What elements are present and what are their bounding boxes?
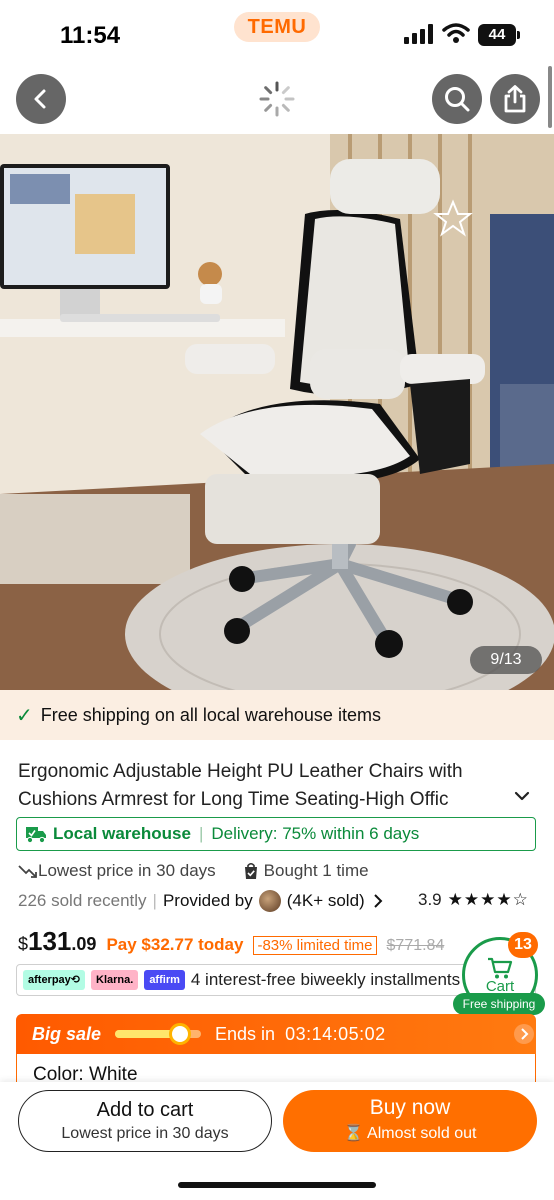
original-price: $771.84 [386,937,445,954]
status-bar: 11:54 TEMU 44 [0,0,554,70]
check-icon: ✓ [16,704,33,727]
rating[interactable]: 3.9 ★★★★☆ [418,890,529,910]
share-button[interactable] [490,74,540,124]
divider: | [198,824,204,843]
sale-progress-bar [115,1023,202,1045]
brand-logo: TEMU [234,12,320,42]
lowest-price-text: Lowest price in 30 days [38,861,216,880]
seller-row[interactable]: 226 sold recently | Provided by (4K+ sol… [18,890,385,912]
status-time: 11:54 [60,22,121,49]
home-indicator [178,1182,376,1188]
cart-icon [488,957,513,978]
image-counter: 9/13 [470,646,542,674]
bag-check-icon [244,862,257,879]
product-image[interactable]: 9/13 [0,134,554,690]
free-shipping-text: Free shipping on all local warehouse ite… [40,704,381,725]
price-row: $ 131 .09 Pay $32.77 today -83% limited … [18,926,444,957]
afterpay-logo: afterpay⟲ [23,970,86,990]
seller-sold-count: (4K+ sold) [286,891,365,910]
bottom-action-bar: Add to cart Lowest price in 30 days Buy … [0,1082,554,1200]
sale-progress-knob [168,1023,191,1045]
search-button[interactable] [432,74,482,124]
chevron-right-icon [521,1028,529,1040]
product-title-line2: Cushions Armrest for Long Time Seating-H… [18,789,449,810]
product-photo-chair [0,134,554,690]
scroll-indicator [548,66,552,128]
countdown-timer: 03:14:05:02 [285,1023,386,1044]
chevron-right-icon[interactable] [371,893,385,909]
price-history-row: Lowest price in 30 days Bought 1 time [18,861,369,881]
battery-icon: 44 [478,24,520,46]
seller-avatar[interactable] [258,890,281,912]
provided-by-label: Provided by [162,891,253,910]
price-decimal: .09 [71,934,97,954]
chevron-left-icon [34,89,46,109]
big-sale-label: Big sale [32,1023,102,1044]
chevron-down-icon[interactable] [512,786,532,806]
add-to-cart-sublabel: Lowest price in 30 days [61,1125,229,1142]
cellular-signal-icon [404,24,433,44]
installments-row[interactable]: afterpay⟲ Klarna. affirm 4 interest-free… [16,964,536,996]
trend-down-icon [18,865,37,878]
big-sale-banner[interactable]: Big sale Ends in 03:14:05:02 [16,1014,536,1054]
buy-now-label: Buy now [369,1096,451,1119]
free-shipping-banner: ✓ Free shipping on all local warehouse i… [0,690,554,740]
color-selector[interactable]: Color: White [16,1054,536,1085]
product-title[interactable]: Ergonomic Adjustable Height PU Leather C… [18,758,502,814]
big-sale-chevron[interactable] [514,1024,534,1044]
delivery-truck-icon [26,827,46,844]
ends-in-label: Ends in [215,1023,276,1044]
almost-sold-out-text: Almost sold out [367,1125,477,1142]
klarna-logo: Klarna. [91,970,139,990]
buy-now-button[interactable]: Buy now ⌛ Almost sold out [283,1090,537,1152]
bought-count: Bought 1 time [242,861,369,881]
price-currency: $ [18,934,29,954]
cart-count-badge: 13 [508,932,538,958]
rating-stars: ★★★★☆ [447,890,529,909]
rating-value: 3.9 [418,890,442,909]
hourglass-icon: ⌛ [343,1125,364,1142]
spinner-icon [259,81,295,117]
add-to-cart-label: Add to cart [96,1099,194,1121]
search-icon [445,87,470,112]
divider: | [152,891,157,910]
sold-recently: 226 sold recently [18,891,147,910]
discount-badge: -83% limited time [253,936,377,955]
cart-free-shipping-tag: Free shipping [453,993,545,1015]
price-integer: 131 [28,926,72,956]
installments-text: 4 interest-free biweekly installments [190,970,461,989]
cart-label: Cart [485,977,515,995]
product-title-line1: Ergonomic Adjustable Height PU Leather C… [18,761,463,782]
wifi-icon [442,23,470,43]
add-to-cart-button[interactable]: Add to cart Lowest price in 30 days [18,1090,272,1152]
pay-today: Pay $32.77 today [106,935,244,954]
buy-now-sublabel: ⌛ Almost sold out [283,1123,537,1143]
local-warehouse-badge[interactable]: Local warehouse | Delivery: 75% within 6… [16,817,536,851]
back-button[interactable] [16,74,66,124]
share-icon [504,85,526,113]
delivery-estimate: Delivery: 75% within 6 days [211,824,420,843]
bought-text: Bought 1 time [263,861,369,880]
affirm-logo: affirm [144,970,185,990]
local-warehouse-label: Local warehouse [53,824,191,843]
